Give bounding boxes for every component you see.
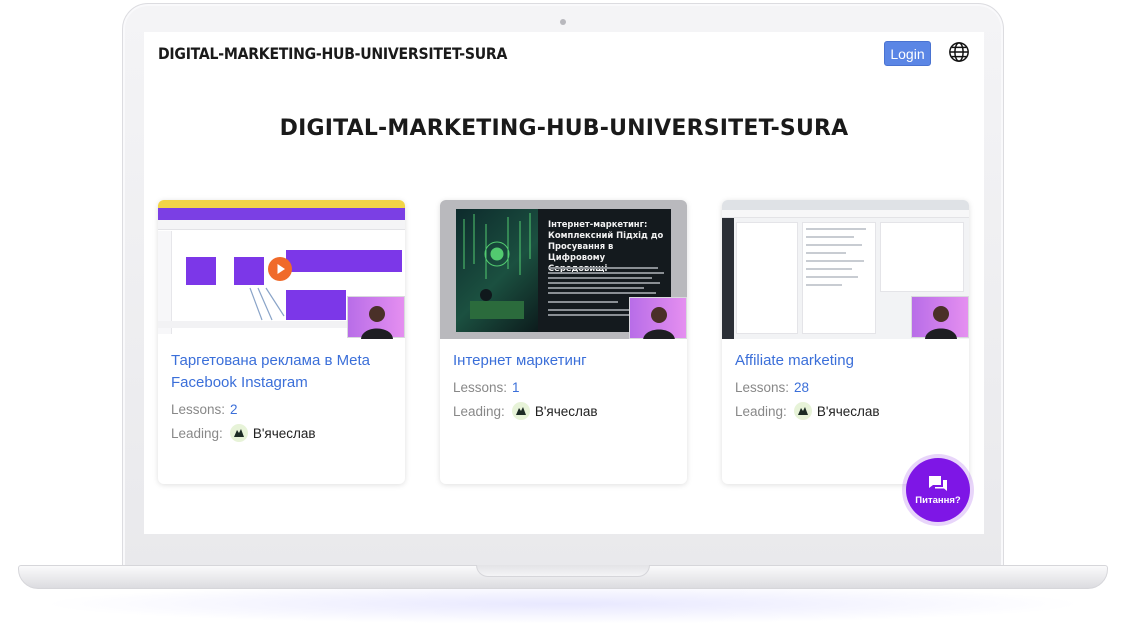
lessons-count: 28: [794, 379, 810, 395]
leading-label: Leading:: [453, 403, 505, 419]
lessons-row: Lessons: 28: [735, 378, 959, 396]
course-card-body: Affiliate marketing Lessons: 28 Leading:…: [735, 350, 959, 420]
course-title[interactable]: Інтернет маркетинг: [453, 350, 677, 372]
author-avatar: [229, 424, 248, 442]
course-card[interactable]: Інтернет-маркетинг: Комплексний Підхід д…: [440, 200, 687, 484]
thumbnail-diagram-box: [286, 250, 402, 272]
author-avatar: [793, 402, 812, 420]
course-card-body: Інтернет маркетинг Lessons: 1 Leading: В…: [453, 350, 677, 420]
course-thumbnail[interactable]: [158, 200, 405, 339]
thumbnail-text-lines: [806, 228, 866, 286]
thumbnail-diagram-box: [286, 290, 346, 320]
author-name[interactable]: В'ячеслав: [535, 404, 598, 419]
author-name[interactable]: В'ячеслав: [253, 426, 316, 441]
laptop-notch: [476, 565, 650, 577]
author-name[interactable]: В'ячеслав: [817, 404, 880, 419]
thumbnail-toolbar: [158, 208, 405, 220]
thumbnail-diagram-box: [186, 257, 216, 285]
screen: DIGITAL-MARKETING-HUB-UNIVERSITET-SURA L…: [144, 32, 984, 534]
presenter-webcam: [347, 296, 405, 339]
thumbnail-diagram-box: [234, 257, 264, 285]
leading-row: Leading: В'ячеслав: [735, 402, 959, 420]
chat-button-label: Питання?: [915, 494, 961, 506]
lessons-label: Lessons:: [171, 401, 226, 417]
course-thumbnail[interactable]: Інтернет-маркетинг: Комплексний Підхід д…: [440, 200, 687, 339]
thumbnail-dark-sidebar: [722, 218, 734, 339]
page-title: DIGITAL-MARKETING-HUB-UNIVERSITET-SURA: [279, 116, 849, 141]
thumbnail-address-bar: [722, 210, 969, 218]
play-icon: [268, 257, 292, 281]
brand-logo[interactable]: DIGITAL-MARKETING-HUB-UNIVERSITET-SURA: [158, 44, 507, 63]
course-card[interactable]: Таргетована реклама в Meta Facebook Inst…: [158, 200, 405, 484]
top-navigation: DIGITAL-MARKETING-HUB-UNIVERSITET-SURA L…: [144, 32, 984, 76]
author-avatar: [511, 402, 530, 420]
leading-row: Leading: В'ячеслав: [171, 424, 395, 442]
globe-icon[interactable]: [948, 41, 970, 63]
thumbnail-connector-lines: [249, 287, 285, 321]
laptop-shadow: [40, 584, 1086, 624]
presenter-webcam: [629, 297, 687, 339]
lessons-row: Lessons: 2: [171, 400, 395, 418]
thumbnail-heading: Інтернет-маркетинг: Комплексний Підхід д…: [548, 219, 664, 273]
lessons-count: 1: [512, 379, 520, 395]
lessons-row: Lessons: 1: [453, 378, 677, 396]
lessons-label: Lessons:: [453, 379, 508, 395]
course-title[interactable]: Таргетована реклама в Meta Facebook Inst…: [171, 350, 395, 394]
chat-button[interactable]: Питання?: [906, 458, 970, 522]
thumbnail-illustration: [456, 209, 538, 332]
thumbnail-pane: [736, 222, 798, 334]
thumbnail-pane: [880, 222, 964, 292]
thumbnail-toolbar-secondary: [158, 220, 405, 230]
leading-row: Leading: В'ячеслав: [453, 402, 677, 420]
leading-label: Leading:: [171, 425, 223, 441]
camera-dot: [560, 19, 566, 25]
course-title[interactable]: Affiliate marketing: [735, 350, 959, 372]
leading-label: Leading:: [735, 403, 787, 419]
course-card-body: Таргетована реклама в Meta Facebook Inst…: [171, 350, 395, 442]
chat-bubbles-icon: [929, 475, 947, 491]
lessons-label: Lessons:: [735, 379, 790, 395]
course-thumbnail[interactable]: [722, 200, 969, 339]
thumbnail-sidebar: [158, 231, 172, 334]
lessons-count: 2: [230, 401, 238, 417]
thumbnail-browser-tabs: [722, 200, 969, 210]
laptop-mockup: DIGITAL-MARKETING-HUB-UNIVERSITET-SURA L…: [0, 0, 1126, 630]
presenter-webcam: [911, 296, 969, 339]
course-card[interactable]: Affiliate marketing Lessons: 28 Leading:…: [722, 200, 969, 484]
login-button[interactable]: Login: [884, 41, 931, 66]
thumbnail-browser-bar: [158, 200, 405, 208]
